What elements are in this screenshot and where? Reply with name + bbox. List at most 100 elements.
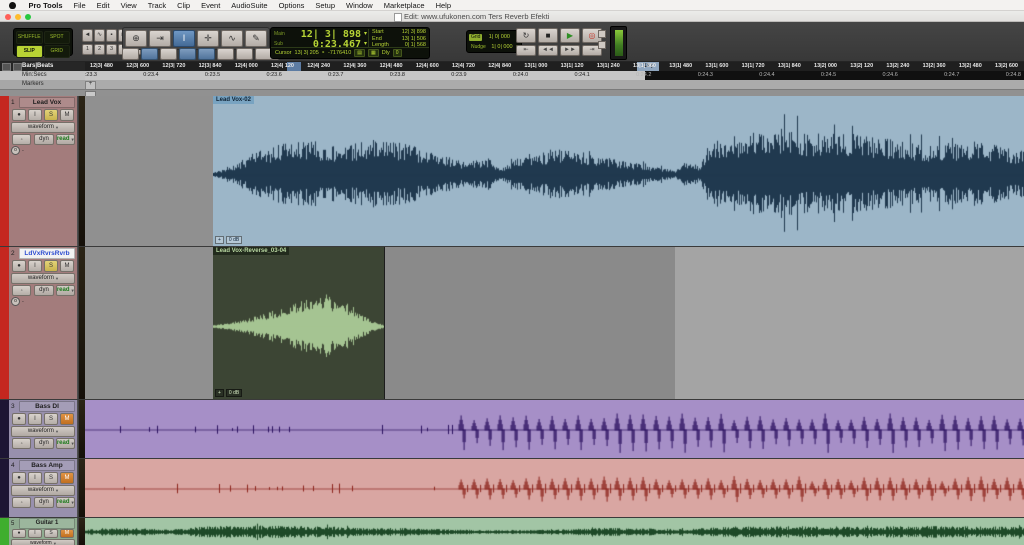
menu-item-view[interactable]: View	[115, 1, 142, 10]
menu-item-window[interactable]: Window	[341, 1, 379, 10]
scrubber-tool-button[interactable]: ∿	[221, 30, 243, 47]
automation-follows-edit-button[interactable]	[236, 48, 253, 60]
empty-timeline-region[interactable]	[675, 247, 1024, 399]
menu-item-options[interactable]: Options	[273, 1, 310, 10]
output-window-icon[interactable]: o	[11, 146, 20, 155]
clip-gain-value[interactable]: 0 dB	[226, 236, 242, 244]
track-name[interactable]: Bass Amp	[19, 460, 75, 471]
menu-item-setup[interactable]: Setup	[310, 1, 341, 10]
solo-button[interactable]: S	[44, 260, 58, 272]
solo-button[interactable]: S	[44, 109, 58, 121]
record-enable-button[interactable]: ●	[12, 472, 26, 484]
stop-button[interactable]: ■	[538, 28, 558, 43]
elastic-audio-button[interactable]: dyn	[34, 438, 53, 449]
zoom-out-arrow-button[interactable]: ◄	[82, 29, 93, 42]
menu-item-edit[interactable]: Edit	[91, 1, 115, 10]
elastic-audio-button[interactable]: dyn	[34, 497, 53, 508]
track-name[interactable]: Bass DI	[19, 401, 75, 412]
insertion-follows-playback-button[interactable]	[217, 48, 234, 60]
transport-option-checkbox[interactable]	[598, 41, 606, 49]
nudge-value[interactable]: 1| 0| 000	[491, 44, 512, 50]
menu-item-help[interactable]: Help	[430, 1, 456, 10]
close-window-button[interactable]	[5, 14, 11, 20]
solo-button[interactable]: S	[44, 529, 58, 538]
menu-item-pro-tools[interactable]: Pro Tools	[23, 1, 68, 10]
input-monitor-button[interactable]: I	[28, 260, 42, 272]
fast-forward-button[interactable]: ►►	[560, 45, 580, 56]
output-window-icon[interactable]: o	[11, 297, 20, 306]
automation-safe-button[interactable]: ◦	[12, 285, 31, 296]
menu-item-clip[interactable]: Clip	[172, 1, 196, 10]
grid-label[interactable]: Grid	[469, 34, 482, 41]
grid-mode-button[interactable]: GRID	[44, 45, 71, 58]
bass-amp-waveform[interactable]	[85, 459, 1024, 518]
track-view-selector[interactable]: waveform▾	[11, 426, 75, 437]
track-view-selector[interactable]: waveform▾	[11, 273, 75, 284]
grid-value[interactable]: 1| 0| 000	[489, 34, 510, 40]
sub-counter-caret[interactable]: ▾	[364, 40, 367, 47]
timeline-insertion-icon[interactable]: ▤	[354, 49, 365, 57]
menu-item-event[interactable]: Event	[196, 1, 226, 10]
zoom-toggle-button[interactable]	[122, 48, 139, 60]
zoom-window-button[interactable]	[25, 14, 31, 20]
input-monitor-button[interactable]: I	[28, 529, 42, 538]
menu-item-audiosuite[interactable]: AudioSuite	[226, 1, 273, 10]
ruler-view-icons[interactable]	[2, 63, 22, 71]
spot-mode-button[interactable]: SPOT	[44, 31, 71, 44]
automation-mode-selector[interactable]: read▾	[56, 497, 75, 508]
input-monitor-button[interactable]: I	[28, 472, 42, 484]
link-track-selection-button[interactable]	[198, 48, 215, 60]
pencil-tool-button[interactable]: ✎	[245, 30, 267, 47]
trim-tool-button[interactable]: ⇥	[149, 30, 171, 47]
mute-button[interactable]: M	[60, 413, 74, 425]
automation-mode-selector[interactable]: read▾	[56, 134, 75, 145]
clip-gain-icon[interactable]: +	[215, 389, 224, 397]
track-name[interactable]: LdVxRvrsRvrb	[19, 248, 75, 259]
tab-to-transient-button[interactable]	[141, 48, 158, 60]
transport-option-checkbox[interactable]	[598, 30, 606, 38]
menu-item-track[interactable]: Track	[142, 1, 171, 10]
shuffle-mode-button[interactable]: SHUFFLE	[16, 31, 43, 44]
menu-item-marketplace[interactable]: Marketplace	[378, 1, 430, 10]
add-marker-button[interactable]: +	[85, 81, 96, 89]
bass-di-waveform[interactable]	[85, 400, 1024, 459]
delay-compensation-icon[interactable]: ▦	[368, 49, 379, 57]
mute-button[interactable]: M	[60, 529, 74, 538]
solo-button[interactable]: S	[44, 413, 58, 425]
audio-zoom-button[interactable]: ∿	[94, 29, 105, 42]
track-view-selector[interactable]: waveform▾	[11, 485, 75, 496]
selector-tool-button[interactable]: I	[173, 30, 195, 47]
lead-vox-waveform[interactable]	[213, 96, 1024, 247]
apple-menu-icon[interactable]	[9, 2, 16, 9]
automation-safe-button[interactable]: ◦	[12, 134, 31, 145]
automation-mode-selector[interactable]: read▾	[56, 285, 75, 296]
zoom-preset-3-button[interactable]: 3	[106, 44, 117, 55]
main-counter-caret[interactable]: ▾	[364, 30, 367, 37]
mute-button[interactable]: M	[60, 472, 74, 484]
empty-timeline-region[interactable]	[85, 247, 213, 399]
link-timeline-selection-button[interactable]	[179, 48, 196, 60]
timeline-selection-region[interactable]	[384, 247, 676, 399]
slip-mode-button[interactable]: SLIP	[16, 45, 43, 58]
input-monitor-button[interactable]: I	[28, 413, 42, 425]
menu-item-file[interactable]: File	[68, 1, 91, 10]
mirror-midi-button[interactable]	[160, 48, 177, 60]
record-enable-button[interactable]: ●	[12, 260, 26, 272]
clip-lead-vox-reverse[interactable]: Lead Vox-Reverse_03-04 +0 dB	[213, 247, 385, 399]
elastic-audio-button[interactable]: dyn	[34, 134, 53, 145]
play-button[interactable]: ▶	[560, 28, 580, 43]
return-to-zero-button[interactable]: ⇤	[516, 45, 536, 56]
grabber-tool-button[interactable]: ✛	[197, 30, 219, 47]
elastic-audio-button[interactable]: dyn	[34, 285, 53, 296]
record-enable-button[interactable]: ●	[12, 529, 26, 538]
automation-safe-button[interactable]: ◦	[12, 438, 31, 449]
mute-button[interactable]: M	[60, 109, 74, 121]
midi-zoom-button[interactable]: ▪	[106, 29, 117, 42]
zoom-preset-1-button[interactable]: 1	[82, 44, 93, 55]
empty-timeline-region[interactable]	[85, 96, 213, 246]
zoom-preset-2-button[interactable]: 2	[94, 44, 105, 55]
clip-lead-vox-02[interactable]: Lead Vox-02 +0 dB	[213, 96, 1024, 246]
minimize-window-button[interactable]	[15, 14, 21, 20]
guitar-waveform[interactable]	[85, 518, 1024, 545]
automation-mode-selector[interactable]: read▾	[56, 438, 75, 449]
